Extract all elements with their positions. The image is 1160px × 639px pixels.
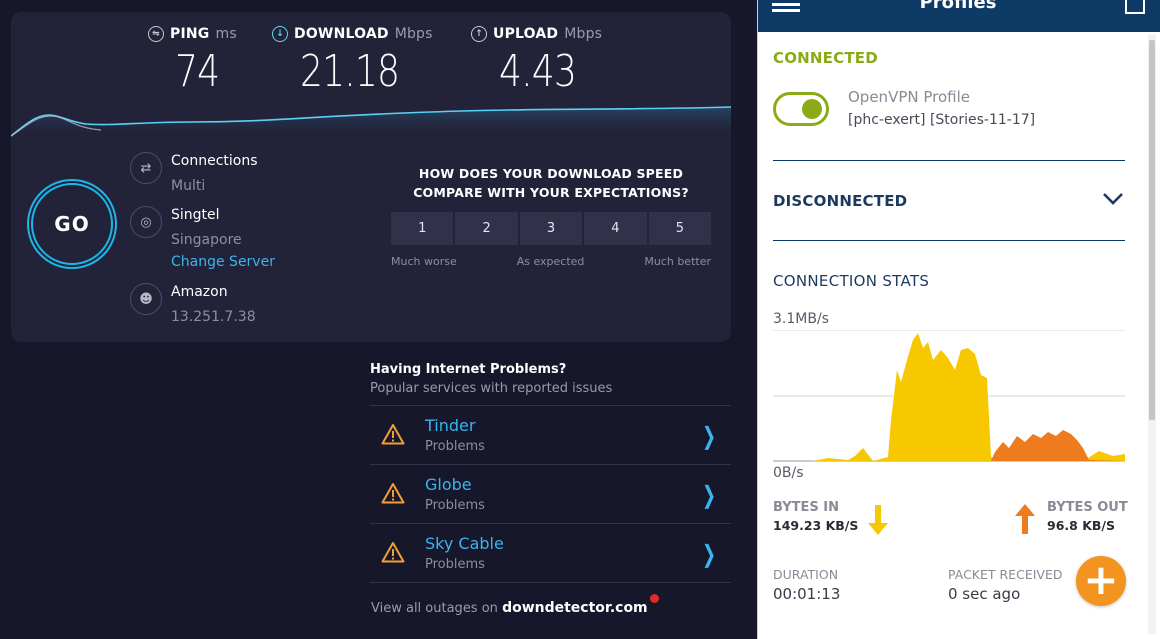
connections-value[interactable]: Multi	[171, 177, 258, 195]
problem-status: Problems	[425, 557, 485, 572]
problems-title: Having Internet Problems?	[370, 362, 567, 377]
duration-label: DURATION	[773, 567, 839, 582]
downdetector-brand: downdetector.com	[502, 600, 648, 616]
add-profile-button[interactable]: +	[1076, 556, 1126, 606]
warning-icon	[381, 542, 405, 563]
go-button[interactable]: GO	[31, 183, 113, 265]
chevron-right-icon: ❯	[701, 481, 716, 509]
upload-label: UPLOAD	[493, 26, 559, 42]
menu-icon[interactable]	[772, 0, 800, 12]
scrollbar-thumb[interactable]	[1149, 40, 1155, 420]
problem-status: Problems	[425, 498, 485, 513]
packet-received-value: 0 sec ago	[948, 585, 1021, 603]
chevron-right-icon: ❯	[701, 422, 716, 450]
rating-high-label: Much better	[644, 255, 711, 268]
warning-icon	[381, 483, 405, 504]
download-unit: Mbps	[394, 26, 433, 42]
rating-low-label: Much worse	[391, 255, 457, 268]
download-label: DOWNLOAD	[294, 26, 389, 42]
change-server-link[interactable]: Change Server	[171, 253, 275, 271]
connections-title: Connections	[171, 153, 258, 169]
rating-4-button[interactable]: 4	[584, 212, 647, 245]
connection-stats-title: CONNECTION STATS	[773, 272, 930, 290]
problem-item-globe[interactable]: Globe Problems ❯	[370, 465, 731, 524]
rating-labels: Much worse As expected Much better	[391, 255, 711, 268]
upload-unit: Mbps	[564, 26, 603, 42]
download-value: 21.18	[300, 46, 400, 97]
problems-list: Tinder Problems ❯ Globe Problems ❯ Sky C…	[370, 405, 731, 583]
scrollbar[interactable]	[1148, 34, 1156, 634]
profile-detail: [phc-exert] [Stories-11-17]	[848, 112, 1036, 128]
duration-value: 00:01:13	[773, 585, 841, 603]
globe-icon: ◎	[130, 206, 162, 238]
warning-icon	[381, 424, 405, 445]
rating-2-button[interactable]: 2	[455, 212, 518, 245]
speed-graph	[11, 106, 731, 140]
vpn-title: Profiles	[919, 0, 997, 13]
outages-text: View all outages on	[371, 601, 498, 616]
traffic-chart	[773, 330, 1125, 462]
speedtest-panel: ⇋ PING ms 74 ↓ DOWNLOAD Mbps 21.18 ↑ UPL…	[11, 12, 731, 342]
rating-3-button[interactable]: 3	[519, 212, 583, 245]
upload-metric: ↑ UPLOAD Mbps 4.43	[471, 26, 602, 97]
host-title: Amazon	[171, 284, 228, 300]
ping-value: 74	[175, 46, 220, 97]
speed-compare: HOW DOES YOUR DOWNLOAD SPEED COMPARE WIT…	[391, 164, 712, 268]
packet-received-label: PACKET RECEIVED	[948, 567, 1063, 582]
downdetector-logo-icon	[649, 594, 659, 603]
metrics-row: ⇋ PING ms 74 ↓ DOWNLOAD Mbps 21.18 ↑ UPL…	[11, 12, 731, 112]
problem-name: Globe	[425, 475, 472, 494]
ping-label: PING	[170, 26, 210, 42]
upload-value: 4.43	[499, 46, 577, 97]
download-metric: ↓ DOWNLOAD Mbps 21.18	[272, 26, 433, 97]
connected-status: CONNECTED	[773, 49, 878, 67]
upload-arrow-icon	[1015, 504, 1035, 534]
upload-icon: ↑	[471, 26, 487, 42]
connection-toggle[interactable]	[773, 92, 829, 126]
rating-1-button[interactable]: 1	[391, 212, 454, 245]
connections-icon: ⇄	[130, 152, 162, 184]
rating-mid-label: As expected	[516, 255, 585, 268]
rating-5-button[interactable]: 5	[648, 212, 712, 245]
download-arrow-icon	[868, 505, 888, 535]
download-icon: ↓	[272, 26, 288, 42]
problem-name: Sky Cable	[425, 534, 504, 553]
vpn-client-panel: Profiles CONNECTED OpenVPN Profile [phc-…	[757, 0, 1160, 639]
screen: ⇋ PING ms 74 ↓ DOWNLOAD Mbps 21.18 ↑ UPL…	[0, 0, 1160, 639]
view-outages-link[interactable]: View all outages on downdetector.com	[371, 594, 659, 616]
chart-min-label: 0B/s	[773, 465, 804, 481]
problems-subtitle: Popular services with reported issues	[370, 381, 613, 396]
problem-item-sky-cable[interactable]: Sky Cable Problems ❯	[370, 524, 731, 583]
isp-title: Singtel	[171, 207, 220, 223]
host-ip: 13.251.7.38	[171, 309, 256, 325]
chart-max-label: 3.1MB/s	[773, 311, 829, 327]
bytes-out-label: BYTES OUT	[1047, 500, 1128, 515]
divider	[773, 160, 1125, 161]
ping-unit: ms	[215, 26, 237, 42]
user-icon: ☻	[130, 283, 162, 315]
ping-metric: ⇋ PING ms 74	[148, 26, 237, 97]
internet-problems: Having Internet Problems? Popular servic…	[370, 362, 731, 583]
bytes-out-value: 96.8 KB/S	[1047, 518, 1115, 533]
compare-question: HOW DOES YOUR DOWNLOAD SPEED COMPARE WIT…	[413, 166, 689, 200]
go-button-ring: GO	[27, 179, 117, 269]
rating-buttons: 1 2 3 4 5	[391, 212, 712, 245]
vpn-header-bar: Profiles	[758, 0, 1160, 32]
bytes-in-label: BYTES IN	[773, 500, 839, 515]
problem-status: Problems	[425, 439, 485, 454]
bytes-in-value: 149.23 KB/S	[773, 518, 859, 533]
toggle-knob	[802, 99, 822, 119]
divider	[773, 240, 1125, 241]
profile-name: OpenVPN Profile	[848, 88, 970, 106]
ping-icon: ⇋	[148, 26, 164, 42]
isp-location: Singapore	[171, 232, 242, 248]
problem-item-tinder[interactable]: Tinder Problems ❯	[370, 406, 731, 465]
import-profile-icon[interactable]	[1125, 0, 1145, 14]
problem-name: Tinder	[425, 416, 476, 435]
disconnected-section-header[interactable]: DISCONNECTED	[773, 192, 907, 210]
chevron-right-icon: ❯	[701, 540, 716, 568]
chevron-down-icon[interactable]	[1102, 192, 1124, 206]
